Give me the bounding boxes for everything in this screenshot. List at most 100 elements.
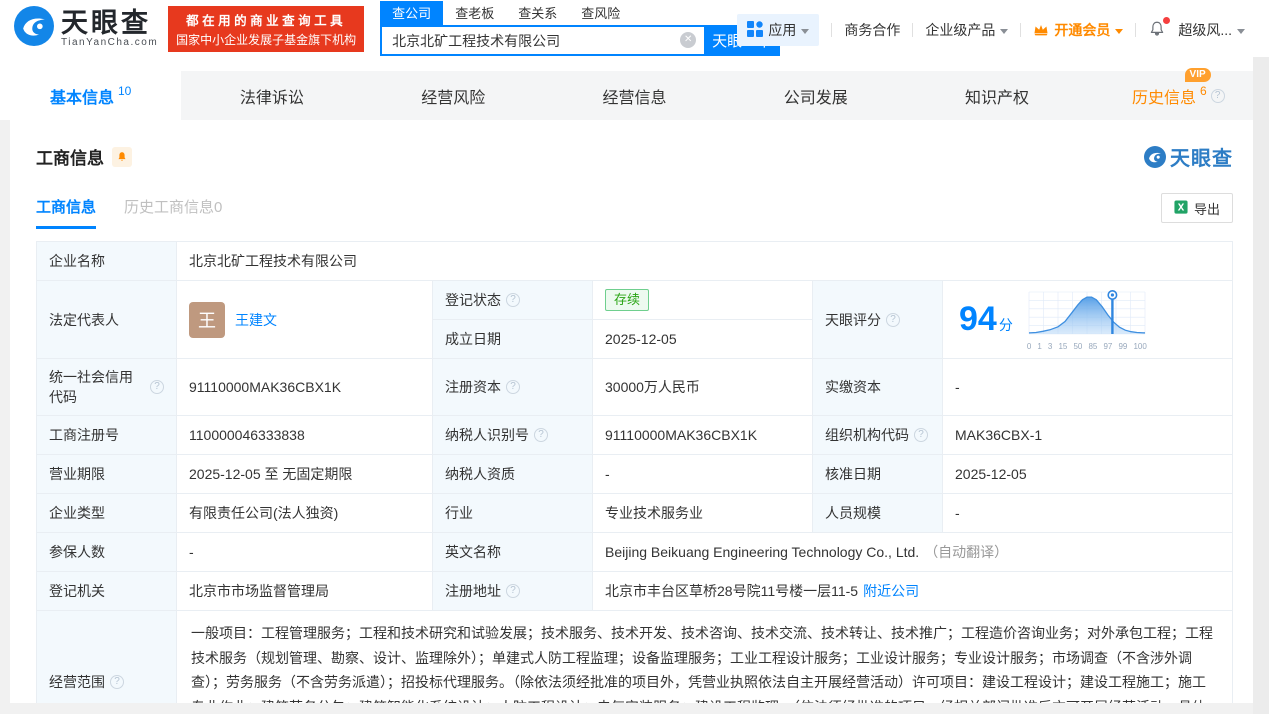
avatar: 王: [189, 301, 225, 338]
search-tab-company[interactable]: 查公司: [380, 1, 444, 25]
search-tab-relation[interactable]: 查关系: [506, 1, 569, 25]
crown-icon: [1033, 22, 1049, 39]
help-icon[interactable]: ?: [1210, 88, 1225, 103]
field-label: 纳税人识别号?: [433, 416, 593, 455]
search-tab-risk[interactable]: 查风险: [569, 1, 632, 25]
table-row: 工商注册号 110000046333838 纳税人识别号? 91110000MA…: [37, 416, 1233, 455]
business-cooperation-menu[interactable]: 商务合作: [844, 20, 900, 40]
subtab-business-info[interactable]: 工商信息: [36, 196, 97, 229]
legal-rep-cell: 王 王建文: [177, 281, 433, 359]
search-tab-boss[interactable]: 查老板: [443, 1, 506, 25]
approval-date-value: 2025-12-05: [943, 455, 1233, 494]
field-label: 登记状态?: [433, 281, 593, 320]
field-label: 人员规模: [813, 494, 943, 533]
field-label: 核准日期: [813, 455, 943, 494]
help-icon[interactable]: ?: [150, 380, 164, 394]
vip-badge: VIP: [1184, 67, 1211, 82]
field-label: 企业名称: [37, 242, 177, 281]
legal-rep-link[interactable]: 王建文: [235, 310, 277, 330]
field-label: 营业期限: [37, 455, 177, 494]
business-term-value: 2025-12-05 至 无固定期限: [177, 455, 433, 494]
vertical-scrollbar[interactable]: [1253, 57, 1269, 714]
help-icon[interactable]: ?: [914, 428, 928, 442]
industry-value: 专业技术服务业: [593, 494, 813, 533]
help-icon[interactable]: ?: [506, 293, 520, 307]
excel-icon: [1174, 199, 1188, 217]
field-label: 工商注册号: [37, 416, 177, 455]
field-label: 企业类型: [37, 494, 177, 533]
divider: [1135, 23, 1137, 37]
tab-basic-info[interactable]: 基本信息 10: [0, 71, 182, 120]
brand-domain: TianYanCha.com: [61, 37, 159, 49]
page-gutter: [0, 120, 10, 714]
table-row: 营业期限 2025-12-05 至 无固定期限 纳税人资质 - 核准日期 202…: [37, 455, 1233, 494]
notification-dot: [1163, 16, 1171, 24]
field-label: 注册资本?: [433, 359, 593, 416]
subtab-history-business-info[interactable]: 历史工商信息0: [124, 196, 222, 229]
help-icon[interactable]: ?: [534, 428, 548, 442]
field-label: 统一社会信用代码?: [37, 359, 177, 416]
tab-legal-litigation[interactable]: 法律诉讼: [181, 71, 362, 120]
table-row: 经营范围? 一般项目：工程管理服务；工程和技术研究和试验发展；技术服务、技术开发…: [37, 611, 1233, 714]
field-label: 实缴资本: [813, 359, 943, 416]
field-label: 成立日期: [433, 320, 593, 359]
reg-address-value: 北京市丰台区草桥28号院11号楼一层11-5 附近公司: [593, 572, 1233, 611]
search-block: 查公司 查老板 查关系 查风险 ✕ 天眼一下: [380, 1, 781, 56]
tab-intellectual-property[interactable]: 知识产权: [906, 71, 1087, 120]
field-label: 参保人数: [37, 533, 177, 572]
apps-menu[interactable]: 应用: [737, 14, 820, 46]
help-icon[interactable]: ?: [886, 312, 900, 327]
tianyancha-company-page: 天眼查 TianYanCha.com 都在用的商业查询工具 国家中小企业发展子基…: [0, 0, 1269, 714]
field-label: 天眼评分?: [813, 281, 943, 359]
table-row: 统一社会信用代码? 91110000MAK36CBX1K 注册资本? 30000…: [37, 359, 1233, 416]
auto-translate-note: （自动翻译）: [924, 544, 1009, 560]
apps-grid-icon: [747, 20, 764, 40]
status-badge: 存续: [605, 289, 650, 311]
promo-badge: 都在用的商业查询工具 国家中小企业发展子基金旗下机构: [168, 5, 365, 52]
staff-size-value: -: [943, 494, 1233, 533]
tab-company-development[interactable]: 公司发展: [725, 71, 906, 120]
chevron-down-icon: [1115, 28, 1124, 34]
score-axis-labels: 0 1 3 15 50 85 97 99 100: [1026, 342, 1147, 351]
tab-operation-info[interactable]: 经营信息: [544, 71, 725, 120]
nested-fields: 登记状态? 存续 成立日期 2025-12-05: [433, 281, 813, 359]
tianyancha-logo[interactable]: 天眼查 TianYanCha.com: [14, 6, 158, 51]
notification-bell-icon[interactable]: [1148, 16, 1171, 41]
enterprise-product-menu[interactable]: 企业级产品: [925, 20, 1009, 40]
help-icon[interactable]: ?: [506, 380, 520, 394]
subscribe-bell-icon[interactable]: [112, 146, 132, 167]
tyc-score-cell: 94 分 0 1 3 15 50 85 97 99 100: [943, 281, 1233, 359]
field-label: 行业: [433, 494, 593, 533]
table-row: 登记机关 北京市市场监督管理局 注册地址? 北京市丰台区草桥28号院11号楼一层…: [37, 572, 1233, 611]
tab-history-info[interactable]: 历史信息 6 ? VIP: [1088, 67, 1269, 120]
taxpayer-id-value: 91110000MAK36CBX1K: [593, 416, 813, 455]
table-row: 参保人数 - 英文名称 Beijing Beikuang Engineering…: [37, 533, 1233, 572]
field-label: 英文名称: [433, 533, 593, 572]
field-label: 经营范围?: [37, 611, 177, 714]
divider: [1020, 23, 1022, 37]
reg-number-value: 110000046333838: [177, 416, 433, 455]
score-value: 94 分: [959, 300, 1013, 338]
help-icon[interactable]: ?: [110, 675, 124, 690]
section-title: 工商信息: [36, 149, 104, 168]
company-type-value: 有限责任公司(法人独资): [177, 494, 433, 533]
header-menu: 应用 商务合作 企业级产品 开通会员 超级风...: [737, 14, 1245, 46]
nearby-companies-link[interactable]: 附近公司: [863, 581, 919, 601]
help-icon[interactable]: ?: [506, 584, 520, 598]
super-risk-menu[interactable]: 超级风...: [1178, 20, 1245, 40]
divider: [831, 23, 833, 37]
open-vip-menu[interactable]: 开通会员: [1033, 20, 1124, 40]
top-header: 天眼查 TianYanCha.com 都在用的商业查询工具 国家中小企业发展子基…: [0, 0, 1269, 57]
export-button[interactable]: 导出: [1160, 193, 1233, 223]
org-code-value: MAK36CBX-1: [943, 416, 1233, 455]
credit-code-value: 91110000MAK36CBX1K: [177, 359, 433, 416]
search-input[interactable]: [380, 25, 705, 56]
chevron-down-icon: [801, 28, 810, 34]
chevron-down-icon: [1237, 28, 1245, 34]
english-name-value: Beijing Beikuang Engineering Technology …: [593, 533, 1233, 572]
insured-count-value: -: [177, 533, 433, 572]
business-scope-value: 一般项目：工程管理服务；工程和技术研究和试验发展；技术服务、技术开发、技术咨询、…: [177, 611, 1233, 714]
tab-operation-risk[interactable]: 经营风险: [363, 71, 544, 120]
divider: [912, 23, 914, 37]
reg-status-value: 存续: [593, 281, 813, 320]
